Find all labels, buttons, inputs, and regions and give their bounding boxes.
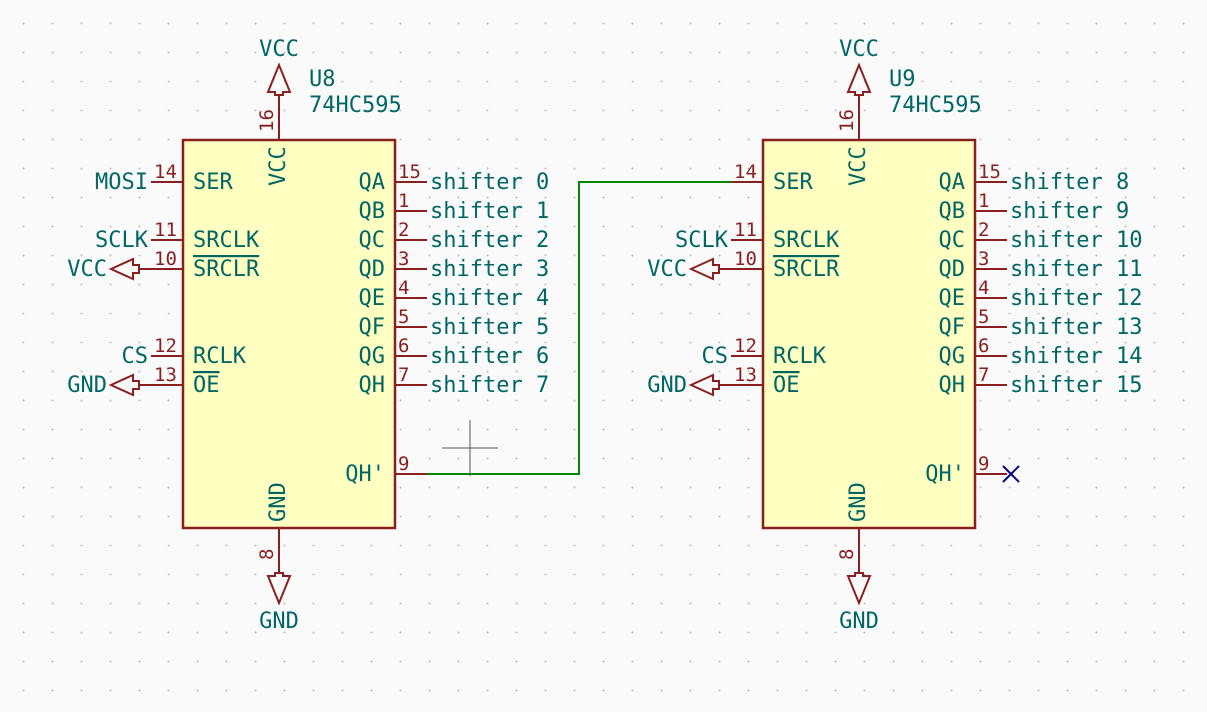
- svg-text:10: 10: [154, 248, 177, 270]
- svg-text:14: 14: [154, 161, 177, 183]
- net-label: shifter 9: [1010, 199, 1129, 224]
- svg-text:VCC: VCC: [259, 37, 299, 62]
- svg-text:3: 3: [978, 248, 989, 270]
- svg-text:QH': QH': [345, 462, 385, 487]
- svg-text:SRCLK: SRCLK: [193, 228, 260, 253]
- svg-text:QG: QG: [359, 344, 386, 369]
- svg-text:4: 4: [978, 277, 989, 299]
- svg-text:QG: QG: [939, 344, 966, 369]
- svg-text:15: 15: [978, 161, 1001, 183]
- svg-text:QH: QH: [939, 373, 966, 398]
- refdes: U8: [309, 67, 336, 92]
- svg-text:1: 1: [978, 190, 989, 212]
- net-label: MOSI: [95, 170, 148, 195]
- svg-text:OE: OE: [193, 373, 220, 398]
- net-label: shifter 8: [1010, 170, 1129, 195]
- svg-text:5: 5: [978, 306, 989, 328]
- svg-text:14: 14: [734, 161, 757, 183]
- svg-text:GND: GND: [839, 609, 879, 634]
- svg-text:QD: QD: [939, 257, 966, 282]
- net-label: SCLK: [95, 228, 149, 253]
- svg-text:9: 9: [978, 453, 989, 475]
- svg-text:2: 2: [978, 219, 989, 241]
- net-label: shifter 5: [430, 315, 549, 340]
- svg-text:VCC: VCC: [846, 146, 871, 186]
- svg-text:SER: SER: [193, 170, 233, 195]
- svg-text:QB: QB: [359, 199, 386, 224]
- svg-text:QH: QH: [359, 373, 386, 398]
- net-label: shifter 15: [1010, 373, 1142, 398]
- svg-text:2: 2: [398, 219, 409, 241]
- svg-text:11: 11: [154, 219, 177, 241]
- svg-text:10: 10: [734, 248, 757, 270]
- svg-text:QF: QF: [939, 315, 966, 340]
- net-label: shifter 6: [430, 344, 549, 369]
- net-label: shifter 1: [430, 199, 549, 224]
- svg-text:QF: QF: [359, 315, 386, 340]
- net-label: shifter 11: [1010, 257, 1142, 282]
- net-label: shifter 0: [430, 170, 549, 195]
- svg-text:6: 6: [978, 335, 989, 357]
- svg-text:8: 8: [256, 549, 278, 560]
- svg-text:8: 8: [836, 549, 858, 560]
- net-label: shifter 10: [1010, 228, 1142, 253]
- refdes: U9: [889, 67, 916, 92]
- net-label: shifter 7: [430, 373, 549, 398]
- net-label: shifter 14: [1010, 344, 1142, 369]
- net-label: CS: [702, 344, 729, 369]
- svg-text:VCC: VCC: [839, 37, 879, 62]
- svg-text:9: 9: [398, 453, 409, 475]
- net-label: shifter 12: [1010, 286, 1142, 311]
- svg-text:SRCLR: SRCLR: [193, 257, 260, 282]
- svg-text:QA: QA: [359, 170, 386, 195]
- svg-text:GND: GND: [259, 609, 299, 634]
- svg-text:12: 12: [154, 335, 177, 357]
- part-value: 74HC595: [889, 93, 982, 118]
- svg-text:QH': QH': [925, 462, 965, 487]
- svg-text:15: 15: [398, 161, 421, 183]
- svg-text:11: 11: [734, 219, 757, 241]
- svg-text:VCC: VCC: [67, 257, 107, 282]
- svg-text:16: 16: [836, 109, 858, 132]
- svg-text:GND: GND: [67, 373, 107, 398]
- svg-text:QE: QE: [939, 286, 966, 311]
- svg-text:QA: QA: [939, 170, 966, 195]
- svg-text:GND: GND: [846, 482, 871, 522]
- svg-text:GND: GND: [647, 373, 687, 398]
- svg-text:16: 16: [256, 109, 278, 132]
- svg-text:SRCLR: SRCLR: [773, 257, 840, 282]
- net-label: CS: [122, 344, 149, 369]
- svg-text:12: 12: [734, 335, 757, 357]
- svg-text:7: 7: [398, 364, 409, 386]
- svg-text:QC: QC: [359, 228, 386, 253]
- svg-text:GND: GND: [266, 482, 291, 522]
- svg-text:QD: QD: [359, 257, 386, 282]
- svg-text:5: 5: [398, 306, 409, 328]
- svg-text:7: 7: [978, 364, 989, 386]
- svg-text:1: 1: [398, 190, 409, 212]
- svg-text:13: 13: [734, 364, 757, 386]
- schematic-canvas: U874HC595VCC16VCCGND8GND14SERMOSI11SRCLK…: [0, 0, 1207, 712]
- svg-text:QB: QB: [939, 199, 966, 224]
- svg-text:RCLK: RCLK: [193, 344, 247, 369]
- svg-text:4: 4: [398, 277, 409, 299]
- svg-text:VCC: VCC: [647, 257, 687, 282]
- svg-text:SRCLK: SRCLK: [773, 228, 840, 253]
- svg-text:OE: OE: [773, 373, 800, 398]
- part-value: 74HC595: [309, 93, 402, 118]
- net-label: SCLK: [675, 228, 729, 253]
- svg-text:VCC: VCC: [266, 146, 291, 186]
- svg-text:QC: QC: [939, 228, 966, 253]
- net-label: shifter 2: [430, 228, 549, 253]
- svg-text:SER: SER: [773, 170, 813, 195]
- svg-text:RCLK: RCLK: [773, 344, 827, 369]
- net-label: shifter 3: [430, 257, 549, 282]
- svg-text:6: 6: [398, 335, 409, 357]
- net-label: shifter 13: [1010, 315, 1142, 340]
- svg-text:13: 13: [154, 364, 177, 386]
- svg-text:QE: QE: [359, 286, 386, 311]
- net-label: shifter 4: [430, 286, 549, 311]
- svg-text:3: 3: [398, 248, 409, 270]
